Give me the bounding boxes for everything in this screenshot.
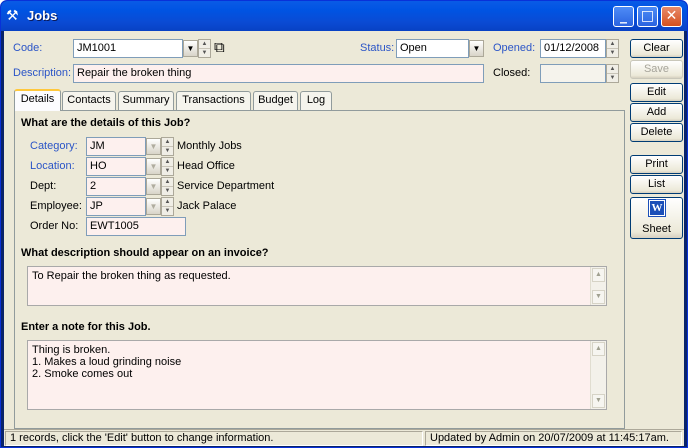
status-updated: Updated by Admin on 20/07/2009 at 11:45:… bbox=[425, 431, 682, 446]
print-button[interactable]: Print bbox=[630, 155, 683, 174]
dept-label: Dept: bbox=[30, 180, 57, 192]
edit-button[interactable]: Edit bbox=[630, 83, 683, 102]
status-bar: 1 records, click the 'Edit' button to ch… bbox=[4, 429, 684, 446]
employee-label: Employee: bbox=[30, 200, 82, 212]
tab-summary[interactable]: Summary bbox=[118, 91, 174, 110]
close-button[interactable]: ✕ bbox=[661, 6, 682, 27]
minimize-icon: _ bbox=[620, 8, 627, 24]
scroll-up-icon[interactable]: ▲ bbox=[592, 342, 605, 356]
employee-spinner[interactable]: ▲ ▼ bbox=[161, 197, 174, 216]
tab-budget[interactable]: Budget bbox=[253, 91, 298, 110]
list-button[interactable]: List bbox=[630, 175, 683, 194]
invoice-description-text: To Repair the broken thing as requested. bbox=[32, 270, 231, 282]
note-heading: Enter a note for this Job. bbox=[21, 321, 151, 333]
add-button[interactable]: Add bbox=[630, 103, 683, 122]
closed-label: Closed: bbox=[493, 67, 531, 79]
invoice-heading: What description should appear on an inv… bbox=[21, 247, 269, 259]
minimize-button[interactable]: _ bbox=[613, 6, 634, 27]
status-dropdown-button[interactable]: ▼ bbox=[469, 40, 484, 57]
invoice-scrollbar[interactable]: ▲ ▼ bbox=[590, 267, 606, 305]
client-area: Code: JM1001 ▼ ▲ ▼ ⧉ Status: Open ▼ Opene… bbox=[4, 31, 684, 446]
invoice-description-textarea[interactable]: To Repair the broken thing as requested.… bbox=[27, 266, 607, 306]
details-panel: What are the details of this Job? Catego… bbox=[14, 110, 625, 429]
order-no-label: Order No: bbox=[30, 220, 79, 232]
employee-name: Jack Palace bbox=[177, 200, 237, 212]
location-spinner[interactable]: ▲ ▼ bbox=[161, 157, 174, 176]
location-name: Head Office bbox=[177, 160, 235, 172]
code-spinner[interactable]: ▲ ▼ bbox=[198, 39, 211, 58]
location-dropdown-button[interactable]: ▼ bbox=[146, 158, 161, 175]
tab-contacts[interactable]: Contacts bbox=[62, 91, 116, 110]
save-button[interactable]: Save bbox=[630, 60, 683, 79]
code-label: Code: bbox=[13, 42, 43, 54]
status-select[interactable]: Open bbox=[396, 39, 469, 58]
status-message: 1 records, click the 'Edit' button to ch… bbox=[5, 431, 423, 446]
order-no-field[interactable]: EWT1005 bbox=[86, 217, 186, 236]
dept-dropdown-button[interactable]: ▼ bbox=[146, 178, 161, 195]
category-dropdown-button[interactable]: ▼ bbox=[146, 138, 161, 155]
maximize-icon: □ bbox=[640, 8, 655, 24]
note-scrollbar[interactable]: ▲ ▼ bbox=[590, 341, 606, 409]
description-label: Description: bbox=[13, 67, 72, 79]
category-code-field[interactable]: JM bbox=[86, 137, 146, 156]
binoculars-icon[interactable]: ⧉ bbox=[214, 38, 225, 56]
code-dropdown-button[interactable]: ▼ bbox=[183, 40, 198, 57]
code-field[interactable]: JM1001 bbox=[73, 39, 183, 58]
close-icon: ✕ bbox=[665, 8, 678, 24]
dept-name: Service Department bbox=[177, 180, 275, 192]
note-line: Thing is broken. bbox=[32, 344, 111, 356]
tools-icon: ⚒ bbox=[6, 8, 19, 24]
word-icon: W bbox=[648, 199, 666, 217]
details-heading: What are the details of this Job? bbox=[21, 117, 191, 129]
note-line: 1. Makes a loud grinding noise bbox=[32, 356, 182, 368]
scroll-down-icon[interactable]: ▼ bbox=[592, 290, 605, 304]
category-label: Category: bbox=[30, 140, 78, 152]
closed-date-spinner[interactable]: ▲ ▼ bbox=[606, 64, 619, 83]
opened-date-field[interactable]: 01/12/2008 bbox=[540, 39, 606, 58]
dept-spinner[interactable]: ▲ ▼ bbox=[161, 177, 174, 196]
description-field[interactable]: Repair the broken thing bbox=[73, 64, 484, 83]
opened-date-spinner[interactable]: ▲ ▼ bbox=[606, 39, 619, 58]
tab-transactions[interactable]: Transactions bbox=[176, 91, 251, 110]
jobs-window: ⚒ Jobs _ □ ✕ Code: JM1001 ▼ ▲ ▼ ⧉ Status:… bbox=[0, 0, 688, 448]
window-title: Jobs bbox=[27, 8, 58, 23]
clear-button[interactable]: Clear bbox=[630, 39, 683, 58]
note-textarea[interactable]: Thing is broken. 1. Makes a loud grindin… bbox=[27, 340, 607, 410]
sheet-button-label: Sheet bbox=[642, 223, 671, 235]
employee-code-field[interactable]: JP bbox=[86, 197, 146, 216]
note-line: 2. Smoke comes out bbox=[32, 368, 133, 380]
scroll-up-icon[interactable]: ▲ bbox=[592, 268, 605, 282]
status-label: Status: bbox=[360, 42, 395, 54]
tab-log[interactable]: Log bbox=[300, 91, 332, 110]
delete-button[interactable]: Delete bbox=[630, 123, 683, 142]
scroll-down-icon[interactable]: ▼ bbox=[592, 394, 605, 408]
employee-dropdown-button[interactable]: ▼ bbox=[146, 198, 161, 215]
opened-label: Opened: bbox=[493, 42, 536, 54]
category-spinner[interactable]: ▲ ▼ bbox=[161, 137, 174, 156]
title-bar[interactable]: ⚒ Jobs _ □ ✕ bbox=[1, 1, 687, 31]
dept-code-field[interactable]: 2 bbox=[86, 177, 146, 196]
maximize-button[interactable]: □ bbox=[637, 6, 658, 27]
location-code-field[interactable]: HO bbox=[86, 157, 146, 176]
location-label: Location: bbox=[30, 160, 75, 172]
category-name: Monthly Jobs bbox=[177, 140, 242, 152]
tab-details[interactable]: Details bbox=[14, 89, 61, 111]
closed-date-field[interactable] bbox=[540, 64, 606, 83]
